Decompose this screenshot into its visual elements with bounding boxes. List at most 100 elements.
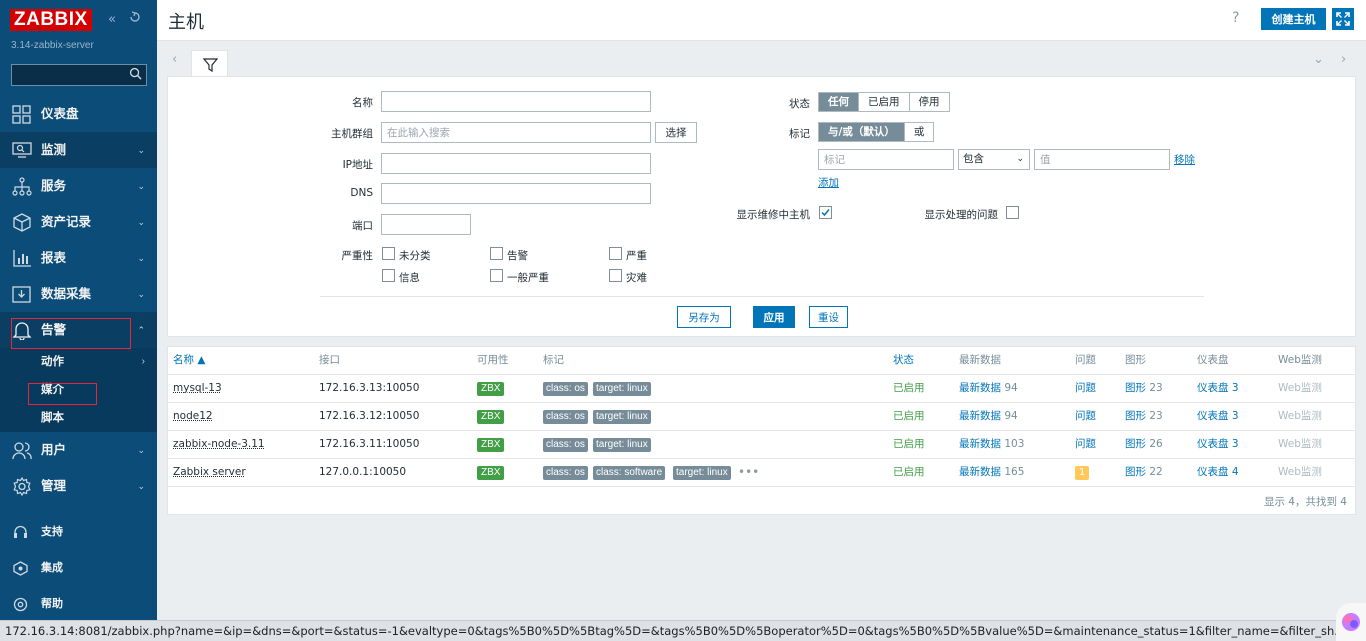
sidebar-item-inventory[interactable]: 资产记录 ⌄ bbox=[0, 204, 157, 240]
remove-tag-link[interactable]: 移除 bbox=[1174, 152, 1195, 167]
fullscreen-icon[interactable] bbox=[1332, 8, 1354, 30]
status-enabled[interactable]: 已启用 bbox=[893, 431, 925, 458]
tag-badge[interactable]: class: software bbox=[593, 466, 666, 480]
help-icon[interactable]: ? bbox=[1232, 10, 1239, 26]
problems-link[interactable]: 问题 bbox=[1075, 403, 1096, 430]
services-icon bbox=[12, 177, 32, 196]
graphs-link[interactable]: 图形 22 bbox=[1125, 459, 1163, 486]
status-any-option[interactable]: 任何 bbox=[819, 93, 859, 111]
severity-not-classified-checkbox[interactable] bbox=[382, 247, 395, 260]
status-enabled[interactable]: 已启用 bbox=[893, 375, 925, 402]
apply-button[interactable]: 应用 bbox=[753, 306, 795, 328]
sidebar-item-dashboard[interactable]: 仪表盘 bbox=[0, 96, 157, 132]
severity-average-checkbox[interactable] bbox=[490, 269, 503, 282]
reset-button[interactable]: 重设 bbox=[809, 306, 848, 328]
status-enabled[interactable]: 已启用 bbox=[893, 403, 925, 430]
search-icon[interactable] bbox=[129, 67, 142, 80]
submenu-item-label: 动作 bbox=[41, 356, 64, 368]
sidebar-item-monitoring[interactable]: 监测 ⌄ bbox=[0, 132, 157, 168]
host-name-link[interactable]: mysql-13 bbox=[173, 375, 222, 402]
sidebar-item-reports[interactable]: 报表 ⌄ bbox=[0, 240, 157, 276]
status-disabled-option[interactable]: 停用 bbox=[909, 93, 949, 111]
availability-badge[interactable]: ZBX bbox=[477, 382, 505, 396]
dashboards-link[interactable]: 仪表盘 3 bbox=[1197, 375, 1239, 402]
tag-name-input[interactable] bbox=[818, 149, 954, 170]
add-tag-link[interactable]: 添加 bbox=[818, 175, 839, 190]
tag-eval-and-or-option[interactable]: 与/或（默认） bbox=[819, 123, 905, 141]
tag-operator-select[interactable]: 包含 ⌄ bbox=[958, 149, 1030, 170]
latest-data-link[interactable]: 最新数据 165 bbox=[959, 459, 1024, 486]
zabbix-logo[interactable]: ZABBIX bbox=[10, 9, 92, 31]
more-tags-icon[interactable]: ••• bbox=[738, 459, 759, 486]
dashboards-link[interactable]: 仪表盘 3 bbox=[1197, 431, 1239, 458]
tag-badge[interactable]: target: linux bbox=[593, 438, 651, 452]
submenu-item-actions[interactable]: 动作 › bbox=[0, 348, 157, 376]
name-input[interactable] bbox=[381, 91, 651, 112]
sidebar-item-users[interactable]: 用户 ⌄ bbox=[0, 432, 157, 468]
graphs-link[interactable]: 图形 26 bbox=[1125, 431, 1163, 458]
problems-link[interactable]: 问题 bbox=[1075, 375, 1096, 402]
availability-badge[interactable]: ZBX bbox=[477, 438, 505, 452]
severity-high-checkbox[interactable] bbox=[609, 247, 622, 260]
tag-value-input[interactable] bbox=[1034, 149, 1170, 170]
problems-link[interactable]: 问题 bbox=[1075, 431, 1096, 458]
availability-badge[interactable]: ZBX bbox=[477, 466, 505, 480]
column-header-status[interactable]: 状态 bbox=[893, 347, 914, 374]
select-host-group-button[interactable]: 选择 bbox=[655, 122, 697, 143]
filter-tab[interactable] bbox=[191, 50, 228, 78]
chevron-right-icon[interactable]: › bbox=[1341, 52, 1346, 67]
host-name-link[interactable]: Zabbix server bbox=[173, 459, 246, 486]
tag-operator-value: 包含 bbox=[963, 153, 984, 165]
status-enabled-option[interactable]: 已启用 bbox=[859, 93, 910, 111]
ip-input[interactable] bbox=[381, 153, 651, 174]
host-group-input[interactable] bbox=[381, 122, 651, 143]
latest-data-link[interactable]: 最新数据 103 bbox=[959, 431, 1024, 458]
tag-badge[interactable]: target: linux bbox=[593, 382, 651, 396]
dashboards-link[interactable]: 仪表盘 4 bbox=[1197, 459, 1239, 486]
availability-badge[interactable]: ZBX bbox=[477, 410, 505, 424]
tag-badge[interactable]: target: linux bbox=[673, 466, 731, 480]
port-input[interactable] bbox=[381, 214, 471, 235]
graphs-link[interactable]: 图形 23 bbox=[1125, 375, 1163, 402]
filter-icon bbox=[203, 58, 218, 72]
chevron-left-icon[interactable]: ‹ bbox=[172, 52, 177, 67]
save-as-button[interactable]: 另存为 bbox=[677, 306, 731, 328]
port-label: 端口 bbox=[352, 220, 373, 232]
suppressed-checkbox[interactable] bbox=[1006, 206, 1019, 219]
latest-data-link[interactable]: 最新数据 94 bbox=[959, 375, 1018, 402]
sidebar-item-integrations[interactable]: 集成 bbox=[0, 553, 157, 583]
sidebar-item-data-collection[interactable]: 数据采集 ⌄ bbox=[0, 276, 157, 312]
host-name-link[interactable]: node12 bbox=[173, 403, 213, 430]
tag-badge[interactable]: class: os bbox=[543, 438, 588, 452]
tag-badge[interactable]: class: os bbox=[543, 466, 588, 480]
dns-input[interactable] bbox=[381, 183, 651, 204]
severity-disaster-checkbox[interactable] bbox=[609, 269, 622, 282]
submenu-item-scripts[interactable]: 脚本 bbox=[0, 404, 157, 432]
tag-eval-or-option[interactable]: 或 bbox=[904, 123, 934, 141]
maintenance-checkbox[interactable] bbox=[819, 206, 832, 219]
tag-badge[interactable]: class: os bbox=[543, 410, 588, 424]
graphs-link[interactable]: 图形 23 bbox=[1125, 403, 1163, 430]
dashboards-link[interactable]: 仪表盘 3 bbox=[1197, 403, 1239, 430]
collapse-sidebar-icon[interactable]: « bbox=[108, 12, 116, 27]
sidebar-item-support[interactable]: 支持 bbox=[0, 517, 157, 547]
latest-data-link[interactable]: 最新数据 94 bbox=[959, 403, 1018, 430]
problem-count-badge[interactable]: 1 bbox=[1075, 466, 1089, 480]
column-header-name[interactable]: 名称 ▲ bbox=[173, 347, 205, 374]
sidebar-search-input[interactable] bbox=[11, 64, 147, 86]
severity-warning-checkbox[interactable] bbox=[490, 247, 503, 260]
sidebar-item-administration[interactable]: 管理 ⌄ bbox=[0, 468, 157, 504]
sidebar-item-label: 数据采集 bbox=[41, 287, 92, 301]
create-host-button[interactable]: 创建主机 bbox=[1261, 8, 1326, 30]
tag-badge[interactable]: target: linux bbox=[593, 410, 651, 424]
host-name-link[interactable]: zabbix-node-3.11 bbox=[173, 431, 265, 458]
web-monitoring-cell: Web监测 bbox=[1278, 466, 1322, 478]
sidebar-item-help[interactable]: 帮助 bbox=[0, 589, 157, 619]
tag-badge[interactable]: class: os bbox=[543, 382, 588, 396]
assistant-icon[interactable] bbox=[1336, 603, 1366, 641]
severity-information-checkbox[interactable] bbox=[382, 269, 395, 282]
chevron-down-icon[interactable]: ⌄ bbox=[1313, 52, 1324, 67]
sidebar-item-services[interactable]: 服务 ⌄ bbox=[0, 168, 157, 204]
kiosk-mode-icon[interactable] bbox=[129, 11, 141, 27]
status-enabled[interactable]: 已启用 bbox=[893, 459, 925, 486]
